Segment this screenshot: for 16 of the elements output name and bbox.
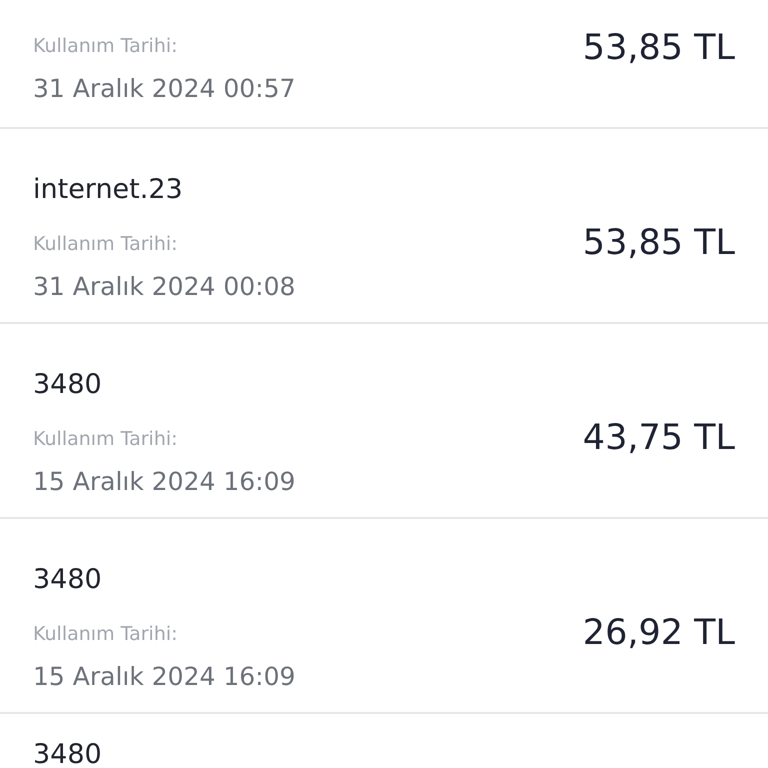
usage-date-label: Kullanım Tarihi:	[33, 427, 179, 452]
transaction-title: 3480	[33, 368, 103, 402]
usage-date: 15 Aralık 2024 16:09	[33, 661, 296, 693]
usage-date-label: Kullanım Tarihi:	[33, 232, 179, 257]
transaction-amount: 43,75 TL	[582, 418, 735, 458]
usage-date: 15 Aralık 2024 16:09	[33, 466, 296, 498]
transaction-title: 3480	[33, 738, 102, 768]
usage-date: 31 Aralık 2024 00:57	[33, 73, 296, 105]
transaction-title: internet.23	[33, 173, 184, 207]
transaction-title: 3480	[33, 563, 103, 597]
usage-date: 31 Aralık 2024 00:08	[33, 271, 296, 303]
usage-date-label: Kullanım Tarihi:	[33, 34, 179, 59]
transaction-amount: 26,92 TL	[582, 613, 735, 653]
transaction-amount: 53,85 TL	[582, 28, 735, 68]
usage-date-label: Kullanım Tarihi:	[33, 622, 179, 647]
transaction-amount: 53,85 TL	[582, 223, 735, 263]
